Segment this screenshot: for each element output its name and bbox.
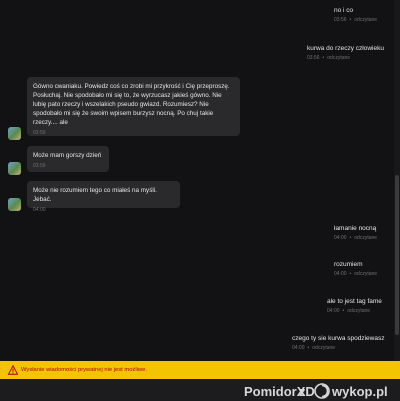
scrollbar[interactable] xyxy=(394,0,400,361)
wykop-logo-icon xyxy=(314,383,330,399)
message-text: kurwa do rzeczy człowieku xyxy=(307,45,384,52)
message-time: 03:59 xyxy=(33,130,46,136)
incoming-message: Może mam gorszy dzień 03:59 xyxy=(27,146,109,172)
outgoing-message: czego ty sie kurwa spodziewasz 04:00 • odc… xyxy=(292,334,385,353)
incoming-message: Może nie rozumiem tego co miałeś na myśl… xyxy=(27,181,180,213)
message-text: rozumiem xyxy=(334,261,363,268)
message-meta: 03:56 • odczytane xyxy=(307,55,351,61)
message-text: ale to jest tag fame xyxy=(327,298,382,305)
outgoing-message: łamanie nocną 04:00 • odczytane xyxy=(334,224,377,243)
warning-banner: Wysłanie wiadomości prywatnej nie jest m… xyxy=(0,361,400,379)
message-status: odczytane xyxy=(354,17,378,23)
message-text: łamanie nocną xyxy=(334,225,377,232)
message-status: odczytane xyxy=(354,271,378,277)
message-status: odczytane xyxy=(354,235,378,241)
message-meta: 04:00 • odczytane xyxy=(334,271,378,277)
outgoing-message: no i co 03:56 • odczytane xyxy=(334,6,377,25)
message-time: 03:56 xyxy=(334,17,347,23)
outgoing-message: rozumiem 04:00 • odczytane xyxy=(334,260,377,279)
incoming-message: Gówno cwaniaku. Powiedz coś co zrobi mi … xyxy=(27,77,240,136)
avatar[interactable] xyxy=(8,198,21,211)
watermark-separator: z xyxy=(299,384,306,399)
message-text: Może mam gorszy dzień xyxy=(33,152,102,159)
outgoing-message: ale to jest tag fame 04:00 • odczytane xyxy=(327,297,382,316)
warning-icon xyxy=(8,365,18,375)
message-text: czego ty sie kurwa spodziewasz xyxy=(292,335,385,342)
chat-area: no i co 03:56 • odczytane kurwa do rzeczy … xyxy=(0,0,400,361)
warning-text: Wysłanie wiadomości prywatnej nie jest m… xyxy=(21,367,147,373)
message-time: 04:00 xyxy=(327,308,340,314)
outgoing-message: kurwa do rzeczy człowieku 03:56 • odczytan… xyxy=(307,44,384,63)
avatar[interactable] xyxy=(8,127,21,140)
message-status: odczytane xyxy=(312,345,336,351)
message-time: 04:00 xyxy=(292,345,305,351)
message-text: Gówno cwaniaku. Powiedz coś co zrobi mi … xyxy=(33,83,230,126)
message-meta: 04:00 • odczytane xyxy=(327,308,371,314)
avatar[interactable] xyxy=(8,162,21,175)
message-time: 04:00 xyxy=(334,271,347,277)
message-meta: 03:56 • odczytane xyxy=(334,17,378,23)
message-time: 03:56 xyxy=(307,55,320,61)
message-time: 04:00 xyxy=(33,207,46,213)
message-text: no i co xyxy=(334,7,354,14)
message-status: odczytane xyxy=(347,308,371,314)
watermark-site: wykop.pl xyxy=(332,384,388,399)
scrollbar-thumb[interactable] xyxy=(395,175,399,335)
message-meta: 04:00 • odczytane xyxy=(292,345,336,351)
message-time: 04:00 xyxy=(334,235,347,241)
message-text: Może nie rozumiem tego co miałeś na myśl… xyxy=(33,187,157,203)
message-time: 03:59 xyxy=(33,163,46,169)
message-meta: 04:00 • odczytane xyxy=(334,235,378,241)
message-status: odczytane xyxy=(327,55,351,61)
